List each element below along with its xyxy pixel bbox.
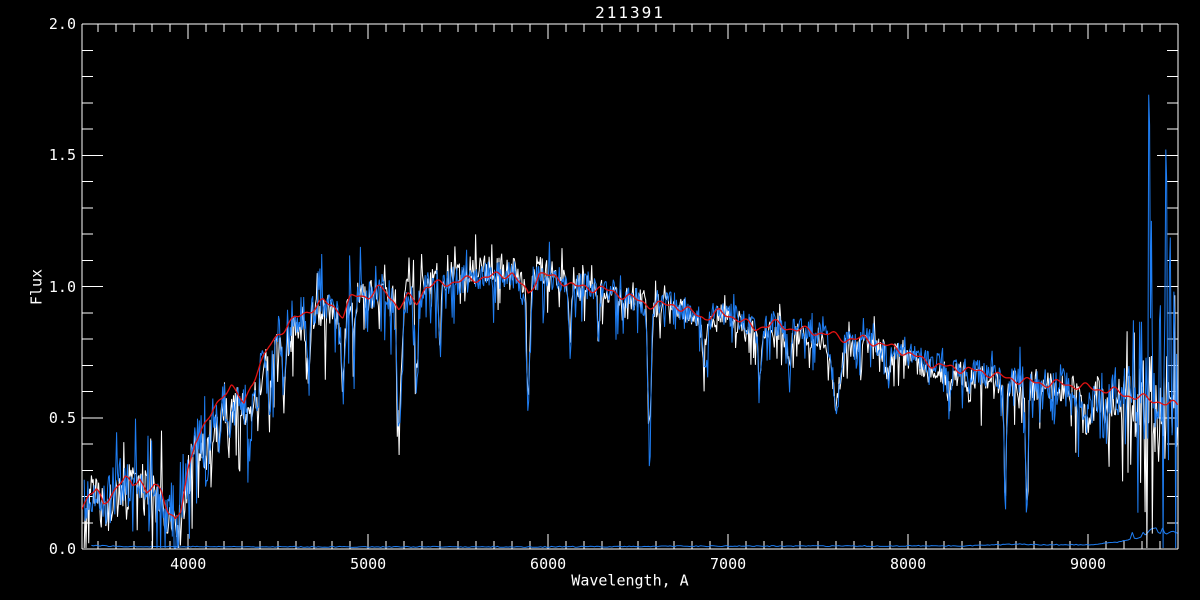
y-tick-label: 1.5: [48, 146, 76, 165]
error-spectrum-line: [91, 527, 1178, 548]
chart-title: 211391: [595, 3, 665, 22]
x-tick-label: 4000: [170, 555, 207, 573]
y-tick-label: 0.0: [48, 540, 76, 558]
x-axis-label: Wavelength, A: [571, 571, 689, 590]
spectrum-plot-window: 211391 Flux Wavelength, A 4000 5000 6000 70…: [0, 0, 1200, 600]
spectrum-chart: [81, 23, 1179, 550]
axes-frame: [81, 23, 1179, 550]
x-tick-label: 7000: [710, 555, 747, 573]
x-tick-label: 9000: [1069, 555, 1107, 573]
x-tick-label: 8000: [889, 555, 927, 573]
x-tick-label: 5000: [350, 555, 387, 573]
y-tick-label: 2.0: [48, 15, 76, 33]
y-tick-label: 0.5: [48, 408, 76, 427]
observed-spectrum-line: [83, 94, 1178, 549]
x-tick-label: 6000: [530, 555, 567, 573]
y-tick-label: 1.0: [48, 277, 76, 296]
